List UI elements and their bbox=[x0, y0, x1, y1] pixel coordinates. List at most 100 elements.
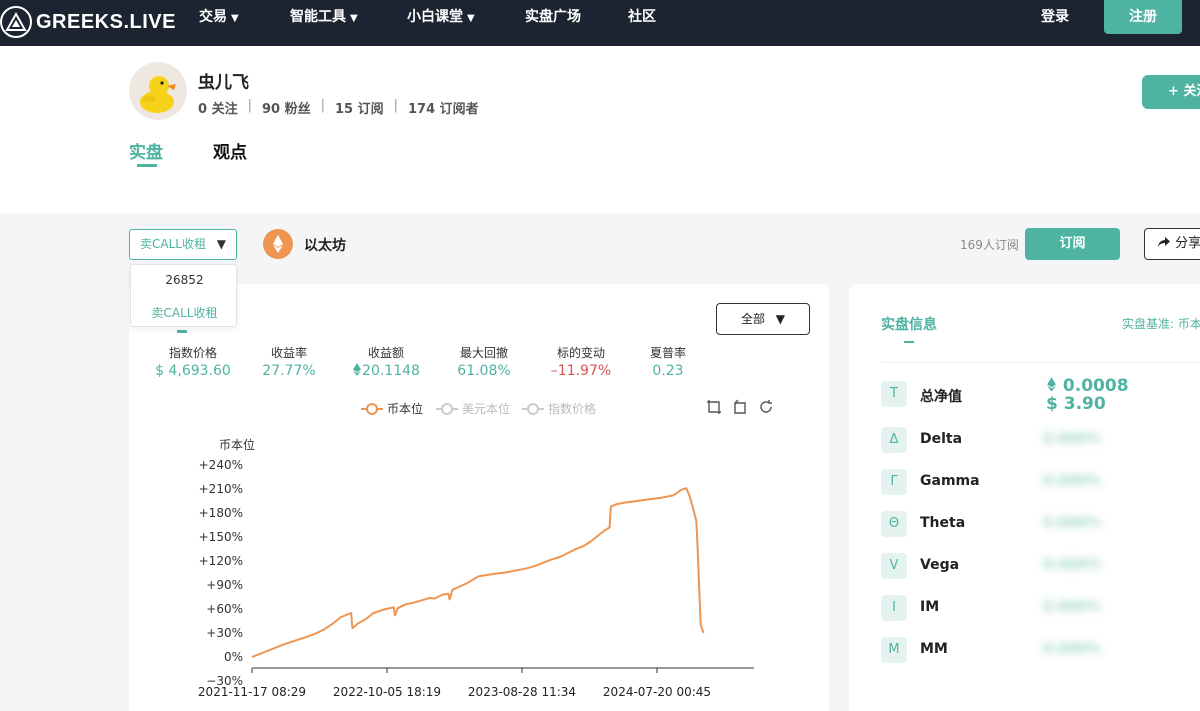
row-name: Theta bbox=[920, 515, 966, 531]
row-badge: V bbox=[881, 553, 907, 579]
following-count[interactable]: 0 关注 bbox=[198, 98, 238, 117]
stats-divider: | bbox=[393, 98, 398, 113]
nav-label: 智能工具 bbox=[290, 9, 346, 25]
chart-series bbox=[251, 487, 705, 658]
strategy-select[interactable]: 卖CALL收租 ▼ bbox=[129, 229, 237, 260]
caret-down-icon: ▼ bbox=[467, 13, 475, 24]
subscribers-count[interactable]: 174 订阅者 bbox=[408, 98, 479, 117]
stats-divider: | bbox=[320, 98, 325, 113]
info-row-theta: Θ Theta 0.000% bbox=[881, 511, 1200, 537]
y-tick-label: +180% bbox=[199, 506, 243, 520]
strategy-dropdown: 26852 卖CALL收租 bbox=[130, 264, 237, 327]
info-row-net-value: T 总净值 bbox=[881, 381, 1200, 407]
series-line-coin[interactable] bbox=[251, 487, 705, 658]
nav-label: 交易 bbox=[199, 9, 227, 25]
return-line-chart[interactable]: 币本位 +240% +210% +180% +150% +120% +90% +60% +30… bbox=[129, 284, 829, 711]
row-badge: Δ bbox=[881, 427, 907, 453]
info-base: 实盘基准: 币本位 bbox=[1122, 317, 1200, 331]
subscriber-count: 169人订阅 bbox=[960, 238, 1019, 252]
caret-down-icon: ▼ bbox=[231, 13, 239, 24]
y-tick-label: +120% bbox=[199, 554, 243, 568]
row-name: Delta bbox=[920, 431, 963, 447]
dropdown-item-id[interactable]: 26852 bbox=[131, 273, 238, 287]
row-value-blurred: 0.000% bbox=[1043, 515, 1102, 531]
nav-label: 小白课堂 bbox=[407, 9, 463, 25]
y-tick-label: +30% bbox=[206, 626, 243, 640]
login-link[interactable]: 登录 bbox=[1041, 0, 1069, 34]
tab-opinions[interactable]: 观点 bbox=[213, 138, 247, 163]
nav-item-smart-tools[interactable]: 智能工具 ▼ bbox=[290, 0, 358, 46]
nav-label: 实盘广场 bbox=[525, 9, 581, 25]
row-badge: M bbox=[881, 637, 907, 663]
dropdown-item-strategy[interactable]: 卖CALL收租 bbox=[131, 304, 238, 321]
row-badge: Θ bbox=[881, 511, 907, 537]
info-row-im: I IM 0.000% bbox=[881, 595, 1200, 621]
share-button[interactable]: 分享 bbox=[1144, 228, 1200, 260]
info-row-mm: M MM 0.000% bbox=[881, 637, 1200, 663]
row-value-blurred: 0.000% bbox=[1043, 431, 1102, 447]
nav-item-community[interactable]: 社区 bbox=[628, 0, 656, 46]
nav-label: 社区 bbox=[628, 9, 656, 25]
row-badge: Γ bbox=[881, 469, 907, 495]
y-axis-title: 币本位 bbox=[219, 437, 255, 452]
row-name: Vega bbox=[920, 557, 960, 573]
nav-item-trade[interactable]: 交易 ▼ bbox=[199, 0, 239, 46]
row-value-blurred: 0.000% bbox=[1043, 599, 1102, 615]
info-title[interactable]: 实盘信息 bbox=[881, 314, 937, 334]
x-axis: 2021-11-17 08:29 2022-10-05 18:19 2023-08-… bbox=[198, 668, 711, 699]
row-value-blurred: 0.000% bbox=[1043, 473, 1102, 489]
nav-item-live-plaza[interactable]: 实盘广场 bbox=[525, 0, 581, 46]
info-row-gamma: Γ Gamma 0.000% bbox=[881, 469, 1200, 495]
row-badge: T bbox=[881, 381, 907, 407]
info-row-delta: Δ Delta 0.000% bbox=[881, 427, 1200, 453]
logo-triangle-icon bbox=[0, 6, 32, 38]
subscribe-button[interactable]: 订阅 bbox=[1025, 228, 1120, 260]
username: 虫儿飞 bbox=[198, 73, 249, 93]
ethereum-icon bbox=[263, 229, 293, 259]
divider bbox=[881, 362, 1200, 363]
x-tick-label: 2023-08-28 11:34 bbox=[468, 685, 576, 699]
follow-button[interactable]: + 关注 bbox=[1142, 75, 1200, 109]
brand-logo[interactable]: GREEKS.LIVE bbox=[0, 6, 176, 38]
register-button[interactable]: 注册 bbox=[1104, 0, 1182, 34]
y-axis: +240%+210%+180%+150%+120%+90%+60%+30%0%−… bbox=[199, 458, 243, 688]
net-value-coin: 0.0008 bbox=[1046, 376, 1129, 396]
info-tab-indicator bbox=[904, 341, 914, 343]
caret-down-icon: ▼ bbox=[216, 237, 226, 251]
info-row-vega: V Vega 0.000% bbox=[881, 553, 1200, 579]
active-tab-indicator bbox=[137, 164, 157, 167]
row-name: MM bbox=[920, 641, 948, 657]
nav-item-beginner-class[interactable]: 小白课堂 ▼ bbox=[407, 0, 475, 46]
y-tick-label: 0% bbox=[224, 650, 243, 664]
eth-small-icon bbox=[1047, 377, 1056, 392]
net-value-coin-amount: 0.0008 bbox=[1062, 376, 1129, 396]
subscriptions-count[interactable]: 15 订阅 bbox=[335, 98, 384, 117]
brand-name: GREEKS.LIVE bbox=[36, 10, 176, 33]
x-tick-label: 2021-11-17 08:29 bbox=[198, 685, 306, 699]
share-arrow-icon bbox=[1158, 237, 1170, 247]
row-name: IM bbox=[920, 599, 940, 615]
caret-down-icon: ▼ bbox=[350, 13, 358, 24]
strategy-select-value: 卖CALL收租 bbox=[140, 237, 206, 251]
row-name: Gamma bbox=[920, 473, 980, 489]
net-value-usd: $ 3.90 bbox=[1046, 394, 1106, 414]
avatar[interactable] bbox=[129, 62, 187, 120]
profile-header: 虫儿飞 0 关注 | 90 粉丝 | 15 订阅 | 174 订阅者 + 关注 bbox=[0, 46, 1200, 213]
rubber-duck-icon bbox=[140, 76, 176, 113]
live-info-card: 实盘信息 实盘基准: 币本位 T 总净值 0.0008 $ 3.90 Δ Del… bbox=[849, 284, 1200, 711]
fans-count[interactable]: 90 粉丝 bbox=[262, 98, 311, 117]
row-value-blurred: 0.000% bbox=[1043, 641, 1102, 657]
row-value-blurred: 0.000% bbox=[1043, 557, 1102, 573]
y-tick-label: +150% bbox=[199, 530, 243, 544]
tab-live[interactable]: 实盘 bbox=[129, 138, 163, 163]
share-label: 分享 bbox=[1175, 236, 1200, 251]
stats-divider: | bbox=[247, 98, 252, 113]
asset-name: 以太坊 bbox=[304, 238, 346, 254]
row-badge: I bbox=[881, 595, 907, 621]
x-tick-label: 2022-10-05 18:19 bbox=[333, 685, 441, 699]
performance-card: 全部 ▼ 指数价格 $ 4,693.60 收益率 27.77% 收益额 20.1… bbox=[129, 284, 829, 711]
y-tick-label: +60% bbox=[206, 602, 243, 616]
row-name: 总净值 bbox=[920, 389, 962, 405]
profile-stats: 0 关注 | 90 粉丝 | 15 订阅 | 174 订阅者 bbox=[198, 98, 479, 117]
x-tick-label: 2024-07-20 00:45 bbox=[603, 685, 711, 699]
